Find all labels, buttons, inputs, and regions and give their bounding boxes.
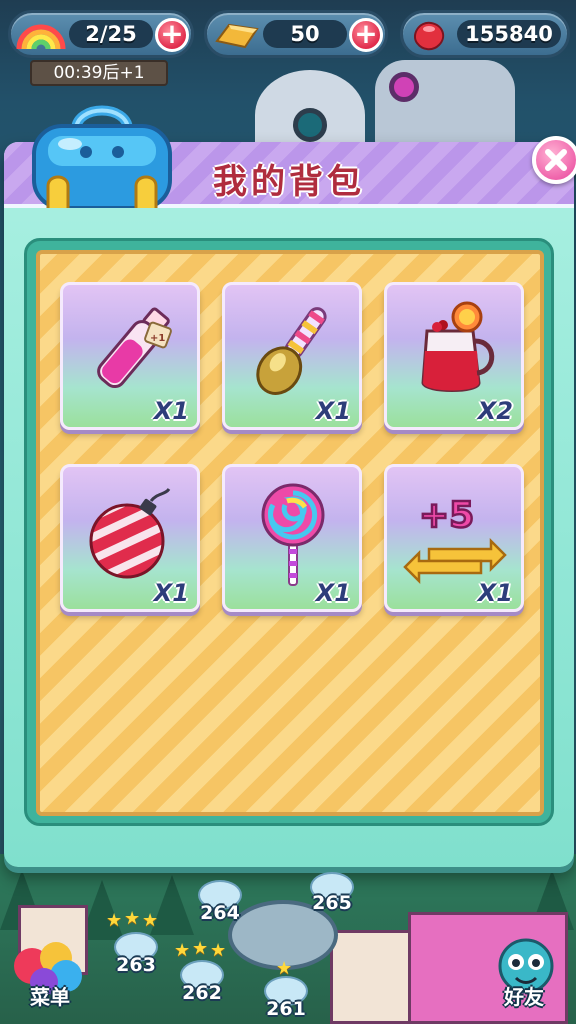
close-icon — [545, 149, 567, 171]
star-icon: ★ — [174, 940, 191, 961]
close-button[interactable] — [532, 136, 576, 184]
menu-label: 菜单 — [30, 985, 70, 1009]
striped-candy-bomb-icon — [89, 488, 171, 579]
friends-label: 好友 — [504, 985, 544, 1009]
star-icon: ★ — [210, 940, 227, 961]
lives-value: 2/25 — [69, 20, 153, 48]
item-quantity: X2 — [477, 397, 513, 425]
inventory-slot-potion[interactable]: +1 X1 — [60, 282, 200, 430]
level-node[interactable]: 264 — [190, 902, 250, 924]
lollipop-icon — [261, 483, 325, 586]
level-node[interactable]: 261 — [256, 998, 316, 1020]
moves-badge: +5 — [419, 495, 474, 536]
friends-button[interactable]: 好友 — [484, 936, 564, 1016]
level-node[interactable]: 265 — [302, 892, 362, 914]
item-quantity: X1 — [153, 579, 189, 607]
lives-counter: 2/25 + — [8, 10, 194, 58]
plus-five-moves-icon: +5 — [403, 494, 507, 585]
star-icon: ★ — [142, 910, 159, 931]
candy-spoon-icon — [256, 307, 327, 395]
gold-value: 50 — [263, 20, 347, 48]
potion-bottle-icon: +1 — [97, 307, 172, 389]
inventory-slot-spoon[interactable]: X1 — [222, 282, 362, 430]
star-icon: ★ — [124, 908, 141, 929]
menu-button[interactable]: 菜单 — [10, 936, 90, 1016]
star-icon: ★ — [192, 938, 209, 959]
inventory-slot-extra-moves[interactable]: +5 X1 — [384, 464, 524, 612]
backpack-dialog: 我的背包 +1 X1 X1 X2 X1 X1 +5 X1 — [4, 105, 576, 867]
inventory-slot-juice[interactable]: X2 — [384, 282, 524, 430]
backpack-icon — [32, 105, 172, 208]
beans-counter: 155840 — [400, 10, 570, 58]
level-node[interactable]: 262 — [172, 982, 232, 1004]
star-icon: ★ — [106, 910, 123, 931]
rainbow-icon — [16, 24, 66, 50]
house — [330, 930, 420, 1024]
gold-bar-icon — [215, 23, 259, 49]
status-bar: 2/25 + 50 + 155840 00:39后+1 — [0, 0, 576, 86]
inventory-slot-bomb[interactable]: X1 — [60, 464, 200, 612]
gold-counter: 50 + — [204, 10, 388, 58]
item-quantity: X1 — [315, 579, 351, 607]
life-timer: 00:39后+1 — [30, 60, 168, 86]
inventory-grid: +1 X1 X1 X2 X1 X1 +5 X1 — [36, 250, 544, 816]
item-quantity: X1 — [477, 579, 513, 607]
add-gold-button[interactable]: + — [349, 18, 383, 52]
add-lives-button[interactable]: + — [155, 18, 189, 52]
juice-pitcher-icon — [421, 301, 495, 392]
level-node[interactable]: 263 — [106, 954, 166, 976]
item-quantity: X1 — [315, 397, 351, 425]
svg-text:+1: +1 — [150, 333, 165, 344]
item-quantity: X1 — [153, 397, 189, 425]
beans-value: 155840 — [457, 20, 561, 48]
jelly-bean-icon — [413, 21, 445, 51]
inventory-slot-lollipop[interactable]: X1 — [222, 464, 362, 612]
